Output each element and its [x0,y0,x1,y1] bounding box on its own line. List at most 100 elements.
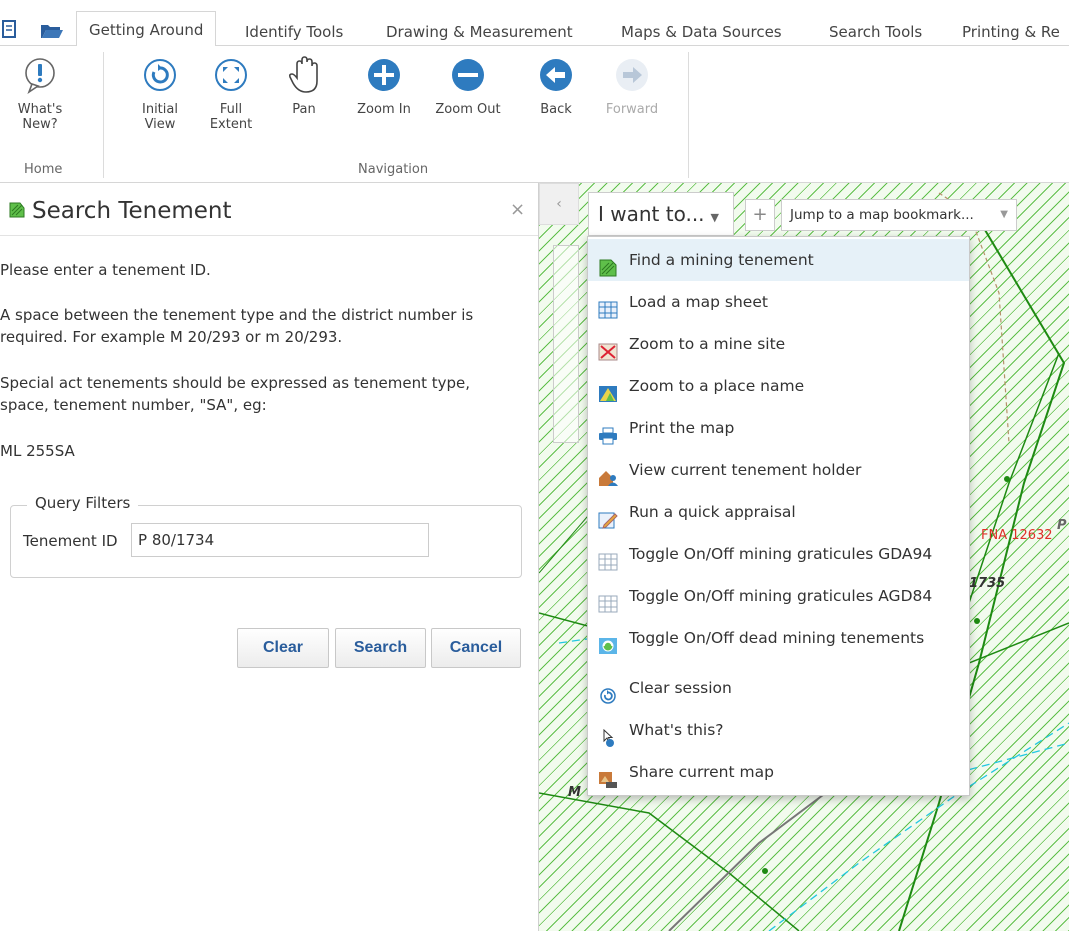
whats-new-button[interactable]: What's New? [12,56,68,132]
query-filters-legend: Query Filters [27,494,139,512]
zoom-out-label: Zoom Out [435,102,501,117]
whats-this-icon [598,721,618,747]
pan-button[interactable]: Pan [281,56,327,117]
bookmark-placeholder: Jump to a map bookmark... [790,207,974,223]
graticule-icon [598,545,618,571]
open-folder-icon[interactable] [40,22,64,43]
zoom-out-button[interactable]: Zoom Out [430,56,506,117]
zoom-out-icon [448,56,488,94]
clear-button[interactable]: Clear [237,628,329,668]
full-extent-button[interactable]: Full Extent [200,56,262,132]
group-label-home: Home [24,162,63,177]
map-label-fna: FNA 12632 [981,528,1053,543]
menu-item-label: Toggle On/Off dead mining tenements [629,629,925,647]
menu-item-label: Toggle On/Off mining graticules GDA94 [629,545,933,563]
menu-item-print-map[interactable]: Print the map [588,407,969,449]
zoom-slider[interactable] [553,245,579,443]
zoom-in-button[interactable]: Zoom In [352,56,416,117]
back-label: Back [540,102,572,117]
hand-icon [284,56,324,94]
menu-item-label: Load a map sheet [629,293,768,311]
tab-printing-reports[interactable]: Printing & Re [962,14,1060,45]
i-want-to-dropdown[interactable]: I want to... ▼ [588,192,734,236]
menu-item-quick-appraisal[interactable]: Run a quick appraisal [588,491,969,533]
bookmark-select[interactable]: Jump to a map bookmark... ▼ [781,199,1017,231]
initial-view-label: Initial View [142,102,178,132]
save-icon[interactable] [2,20,16,42]
menu-item-label: Run a quick appraisal [629,503,796,521]
map-label-m: M [568,785,581,800]
full-extent-label: Full Extent [209,102,253,132]
share-icon [598,763,618,788]
forward-label: Forward [605,102,659,117]
instruction-text: required. For example M 20/293 or m 20/2… [0,328,343,346]
zoom-in-label: Zoom In [357,102,411,117]
menu-item-zoom-mine-site[interactable]: Zoom to a mine site [588,323,969,365]
map-label-p: P [1057,518,1067,533]
collapse-panel-tab[interactable]: ‹ [539,183,579,225]
clear-session-icon [598,679,618,704]
forward-button[interactable]: Forward [601,56,663,117]
instruction-example: ML 255SA [0,442,75,460]
tab-identify-tools[interactable]: Identify Tools [245,14,343,45]
i-want-to-label: I want to... [598,202,705,226]
ribbon-body: What's New? Home Initial View Full Exten… [0,46,1069,183]
pan-label: Pan [292,102,316,117]
cancel-button[interactable]: Cancel [431,628,521,668]
speech-bubble-icon [20,56,60,95]
tenement-icon [598,251,618,277]
whats-new-label: What's New? [17,102,63,132]
panel-title: Search Tenement [32,198,232,224]
instruction-text: Please enter a tenement ID. [0,261,211,279]
menu-item-find-tenement[interactable]: Find a mining tenement [588,239,969,281]
tab-search-tools[interactable]: Search Tools [829,14,922,45]
menu-item-label: Share current map [629,763,774,781]
menu-item-clear-session[interactable]: Clear session [588,667,969,709]
graticule-icon [598,587,618,613]
search-tenement-panel: Search Tenement × Please enter a tenemen… [0,183,539,931]
zoom-in-icon [364,56,404,94]
group-separator [103,52,104,178]
group-label-navigation: Navigation [358,162,429,177]
menu-item-view-holder[interactable]: View current tenement holder [588,449,969,491]
full-extent-icon [211,56,251,94]
dead-tenement-icon [598,629,618,654]
menu-item-zoom-place-name[interactable]: Zoom to a place name [588,365,969,407]
search-button[interactable]: Search [335,628,426,668]
tab-maps-data-sources[interactable]: Maps & Data Sources [621,14,782,45]
menu-item-whats-this[interactable]: What's this? [588,709,969,751]
menu-item-graticules-gda94[interactable]: Toggle On/Off mining graticules GDA94 [588,533,969,575]
add-bookmark-button[interactable]: + [745,199,775,231]
menu-item-share-map[interactable]: Share current map [588,751,969,793]
menu-item-label: Find a mining tenement [629,251,814,269]
ribbon-tab-bar: Getting Around Identify Tools Drawing & … [0,0,1069,47]
tab-drawing-measurement[interactable]: Drawing & Measurement [386,14,573,45]
menu-item-label: Zoom to a place name [629,377,805,395]
chevron-down-icon: ▼ [710,211,720,224]
instruction-text: A space between the tenement type and th… [0,306,474,324]
menu-item-label: Print the map [629,419,735,437]
group-separator [688,52,689,178]
tab-getting-around[interactable]: Getting Around [76,11,217,47]
grid-sheet-icon [598,293,618,319]
tenement-icon [8,201,26,223]
i-want-to-menu: Find a mining tenement Load a map sheet … [587,236,970,796]
menu-item-load-map-sheet[interactable]: Load a map sheet [588,281,969,323]
back-arrow-icon [536,56,576,94]
menu-item-label: Zoom to a mine site [629,335,786,353]
forward-arrow-icon [612,56,652,94]
tenement-id-input[interactable] [131,523,429,557]
back-button[interactable]: Back [532,56,580,117]
initial-view-button[interactable]: Initial View [128,56,192,132]
chevron-down-icon: ▼ [1000,209,1008,220]
menu-item-graticules-agd84[interactable]: Toggle On/Off mining graticules AGD84 [588,575,969,617]
place-name-icon [598,377,618,402]
printer-icon [598,419,618,445]
menu-item-label: What's this? [629,721,724,739]
close-icon[interactable]: × [510,199,525,220]
menu-item-label: View current tenement holder [629,461,862,479]
menu-item-dead-tenements[interactable]: Toggle On/Off dead mining tenements [588,617,969,659]
instruction-text: space, tenement number, "SA", eg: [0,396,267,414]
holder-icon [598,461,618,486]
instruction-text: Special act tenements should be expresse… [0,374,471,392]
